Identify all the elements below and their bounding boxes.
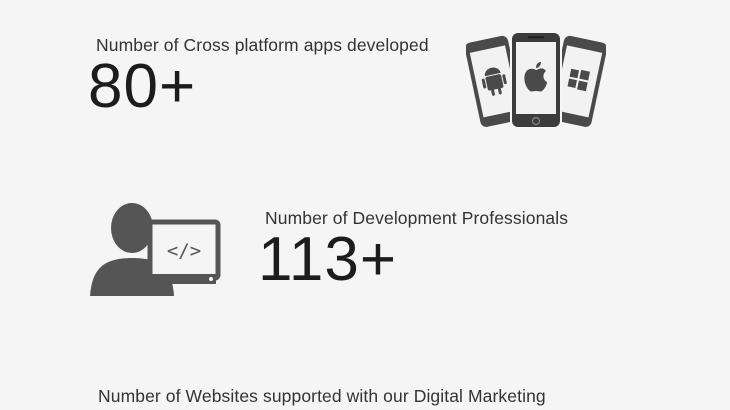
monitor-icon: </> (147, 219, 221, 284)
code-glyph: </> (167, 240, 201, 262)
developer-code-icon: </> (90, 203, 221, 296)
stat-label-websites: Number of Websites supported with our Di… (98, 386, 546, 406)
cross-platform-phones-icon (466, 31, 606, 129)
stat-value-professionals: 113+ (258, 225, 398, 294)
stat-value-apps: 80+ (88, 52, 197, 121)
